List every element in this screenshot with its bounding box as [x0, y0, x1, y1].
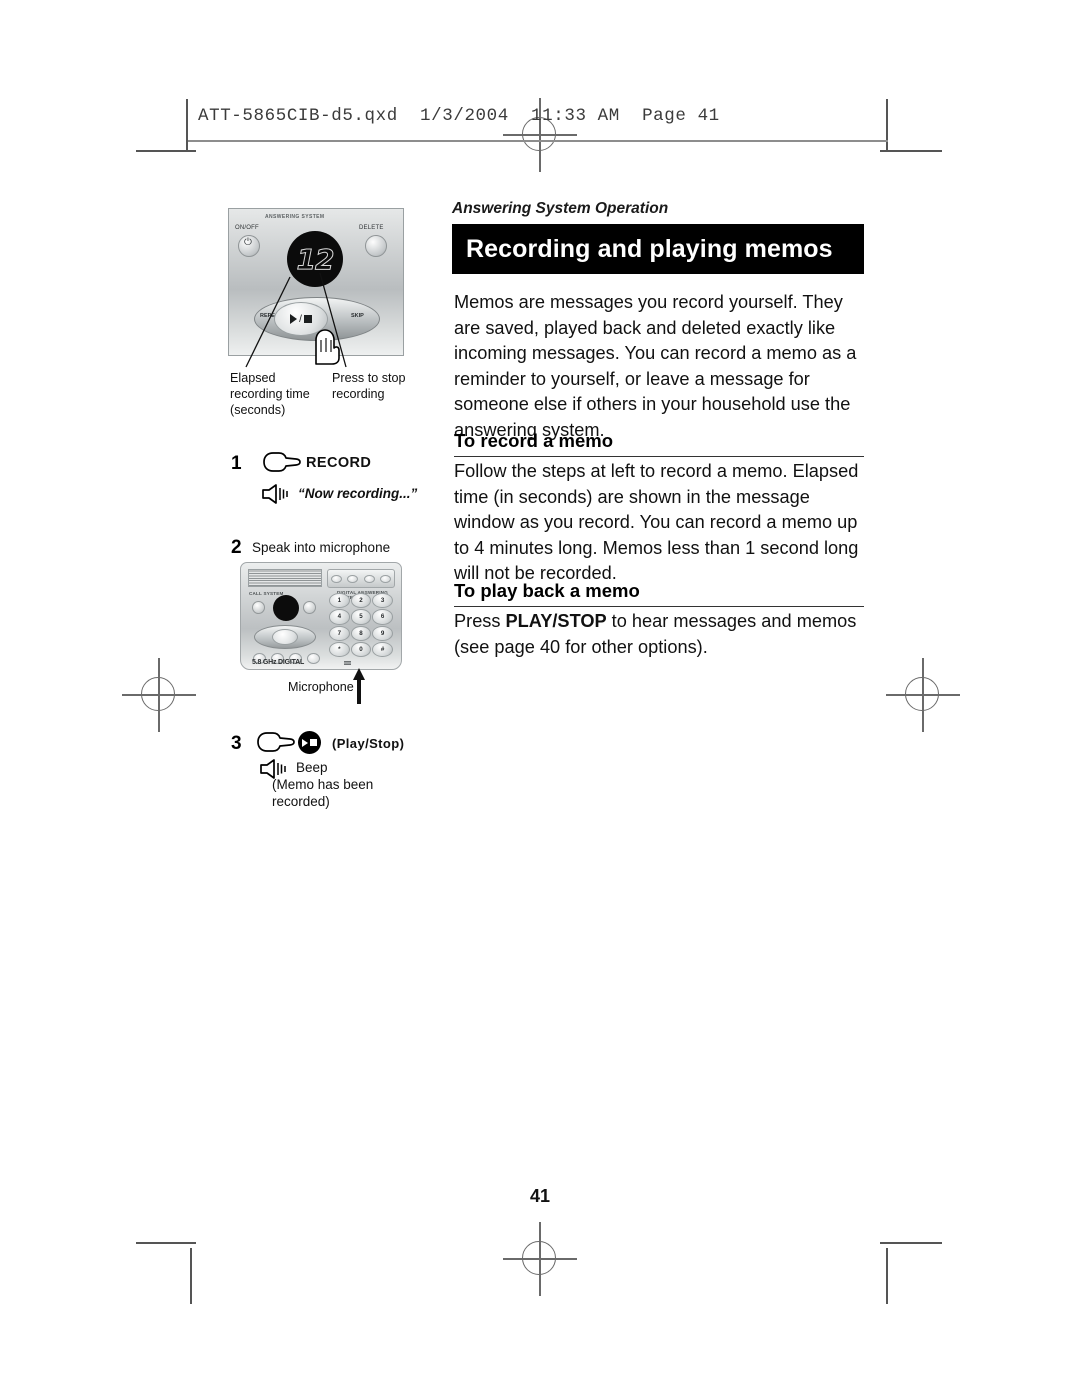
panel-delete-button[interactable] [365, 235, 387, 257]
header-underline [188, 140, 888, 142]
intro-paragraph: Memos are messages you record yourself. … [454, 292, 857, 440]
step-2-number: 2 [231, 537, 242, 558]
base-function-button[interactable] [307, 653, 320, 664]
play-triangle-icon [302, 738, 309, 747]
play-stop-key-name: PLAY/STOP [505, 611, 607, 631]
base-brand-left-label: CALL SYSTEM [249, 591, 284, 596]
keypad-key[interactable]: 4 [329, 609, 350, 625]
base-soft-key[interactable] [347, 574, 359, 583]
step-3-action-label: (Play/Stop) [332, 736, 405, 751]
step-2-action-label: Speak into microphone [252, 540, 391, 555]
step-3-beep-line-3: recorded) [272, 794, 330, 809]
callout-elapsed-time: Elapsed recording time (seconds) [230, 371, 310, 417]
play-back-memo-paragraph: Press PLAY/STOP to hear messages and mem… [454, 609, 866, 660]
page-title: Recording and playing memos [466, 234, 833, 263]
document-page: ATT-5865CIB-d5.qxd 1/3/2004 11:33 AM Pag… [0, 0, 1080, 1397]
step-1-action-label: RECORD [306, 455, 372, 471]
step-3-play-stop-icon [298, 731, 321, 754]
base-keypad[interactable]: 1 2 3 4 5 6 7 8 9 * 0 # [329, 593, 393, 657]
crop-mark-bottom-left-v [190, 1248, 192, 1304]
section-kicker: Answering System Operation [452, 200, 669, 217]
callout-leader-lines [245, 272, 347, 368]
crop-mark-bottom-left-h [136, 1242, 196, 1244]
step-3-pointing-hand-icon [257, 732, 295, 752]
keypad-key[interactable]: 6 [372, 609, 393, 625]
keypad-key[interactable]: 1 [329, 593, 350, 609]
heading-to-play-back-a-memo: To play back a memo [454, 580, 864, 607]
keypad-key[interactable]: 2 [350, 593, 372, 609]
step-1-pointing-hand-icon [263, 452, 301, 472]
record-memo-paragraph: Follow the steps at left to record a mem… [454, 461, 859, 584]
crop-mark-top-right-h [880, 150, 942, 152]
base-play-stop-button[interactable] [272, 629, 298, 645]
keypad-key[interactable]: 5 [350, 609, 372, 625]
step-3-beep-line-1: Beep [296, 760, 328, 775]
power-icon: ⏻ [244, 237, 252, 248]
keypad-key[interactable]: * [329, 641, 350, 657]
page-title-banner: Recording and playing memos [452, 224, 864, 274]
registration-mark-right [886, 658, 960, 732]
base-display-window [273, 595, 299, 621]
registration-mark-bottom [503, 1222, 577, 1296]
panel-brand-label: ANSWERING SYSTEM [265, 214, 325, 220]
crop-mark-bottom-right-h [880, 1242, 942, 1244]
keypad-key[interactable]: 3 [372, 593, 393, 609]
panel-on-off-label: ON/OFF [235, 225, 259, 231]
base-soft-key[interactable] [380, 574, 392, 583]
step-3-number: 3 [231, 733, 242, 754]
file-header-text: ATT-5865CIB-d5.qxd 1/3/2004 11:33 AM Pag… [198, 106, 720, 126]
base-soft-key[interactable] [363, 574, 375, 583]
base-delete-button[interactable] [303, 601, 316, 614]
crop-mark-top-left-v [186, 99, 188, 151]
base-microphone-port [344, 661, 351, 665]
base-soft-keys[interactable] [327, 569, 395, 588]
keypad-key[interactable]: 8 [350, 625, 372, 641]
base-speaker-grille [248, 569, 322, 587]
registration-mark-left [122, 658, 196, 732]
keypad-key[interactable]: 0 [350, 641, 372, 657]
page-number: 41 [529, 1186, 551, 1206]
crop-mark-bottom-right-v [886, 1248, 888, 1304]
step-1-number: 1 [231, 453, 242, 474]
stop-square-icon [309, 739, 317, 746]
step-1-voice-prompt: “Now recording...” [298, 486, 418, 501]
play-text-before: Press [454, 611, 506, 631]
panel-delete-label: DELETE [359, 225, 384, 231]
microphone-callout-label: Microphone [288, 680, 354, 694]
base-on-off-button[interactable] [252, 601, 265, 614]
callout-press-to-stop: Press to stop recording [332, 371, 406, 401]
base-unit-illustration: CALL SYSTEM DIGITAL ANSWERING SYSTEM 1 2… [240, 562, 402, 670]
step-3-beep-line-2: (Memo has been [272, 777, 374, 792]
step-1-speaker-icon [262, 484, 288, 504]
keypad-key[interactable]: # [372, 641, 393, 657]
keypad-key[interactable]: 9 [372, 625, 393, 641]
keypad-key[interactable]: 7 [329, 625, 350, 641]
base-soft-key[interactable] [330, 574, 342, 583]
crop-mark-top-right-v [886, 99, 888, 151]
heading-to-record-a-memo: To record a memo [454, 430, 864, 457]
base-frequency-label: 5.8 GHz DIGITAL [252, 659, 305, 666]
microphone-arrow-icon [353, 668, 365, 704]
